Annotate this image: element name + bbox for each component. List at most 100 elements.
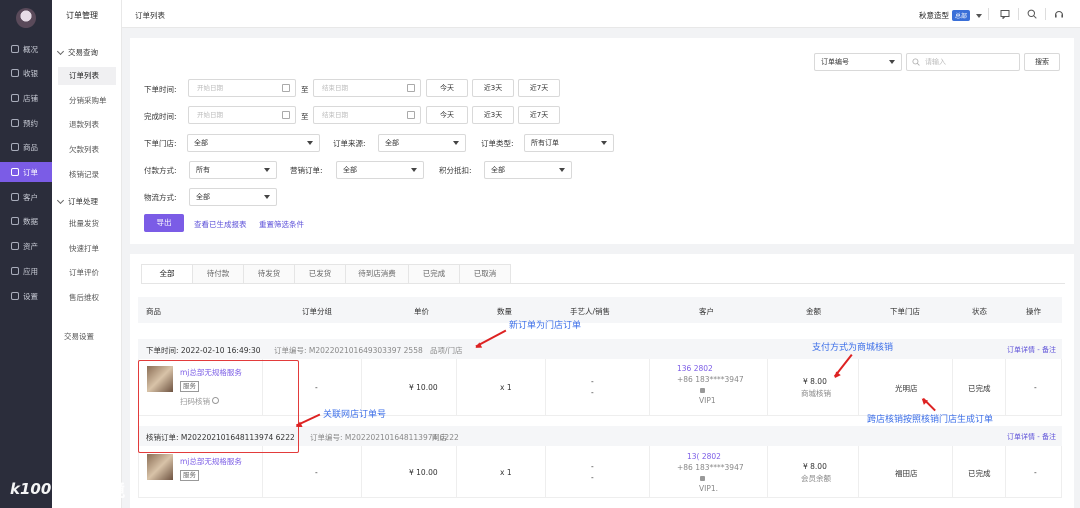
last7-button[interactable]: 近7天 xyxy=(518,79,560,97)
tab-all[interactable]: 全部 xyxy=(141,264,193,284)
type-label: 订单类型: xyxy=(481,139,514,148)
product-name[interactable]: mj总部无规格服务 xyxy=(180,456,242,467)
order-op: - xyxy=(1034,468,1037,477)
amount: ¥ 8.00 xyxy=(803,462,827,471)
message-icon[interactable] xyxy=(1000,9,1010,19)
last3-button[interactable]: 近3天 xyxy=(472,79,514,97)
unit-price: ¥ 10.00 xyxy=(409,383,438,392)
nav-item-booking[interactable]: 预约 xyxy=(0,113,52,133)
sub-nav-group-process[interactable]: 订单处理 xyxy=(56,196,98,207)
unit-price: ¥ 10.00 xyxy=(409,468,438,477)
order-group: - xyxy=(315,468,318,477)
logistics-select[interactable]: 全部 xyxy=(189,188,277,206)
sub-item-verify[interactable]: 核销记录 xyxy=(58,166,116,184)
source-label: 订单来源: xyxy=(333,139,366,148)
sub-item-batch-ship[interactable]: 批量发货 xyxy=(58,215,116,233)
sub-item-purchase[interactable]: 分销采购单 xyxy=(58,92,116,110)
order-end-date[interactable]: 结束日期 xyxy=(313,79,421,97)
divider xyxy=(1045,8,1046,20)
cell-divider xyxy=(1005,359,1006,415)
tab-shipped[interactable]: 已发货 xyxy=(294,264,346,284)
nav-item-products[interactable]: 商品 xyxy=(0,137,52,157)
order-status: 已完成 xyxy=(968,384,991,393)
top-bar: 订单列表 秋意造型 总部 xyxy=(122,0,1080,28)
tab-pending-ship[interactable]: 待发货 xyxy=(243,264,295,284)
col-amount: 金额 xyxy=(806,307,821,316)
sub-nav-group-query[interactable]: 交易查询 xyxy=(56,47,98,58)
cell-divider xyxy=(858,446,859,497)
shop-switcher[interactable]: 秋意造型 总部 xyxy=(919,10,983,21)
view-reports-link[interactable]: 查看已生成报表 xyxy=(194,219,247,230)
last3-button[interactable]: 近3天 xyxy=(472,106,514,124)
source-select[interactable]: 全部 xyxy=(378,134,466,152)
order-detail-link[interactable]: 订单详情 - 备注 xyxy=(1007,345,1056,355)
col-price: 单价 xyxy=(414,307,429,316)
breadcrumb: 订单列表 xyxy=(135,11,165,20)
chevron-down-icon xyxy=(976,13,983,18)
sub-item-order-list[interactable]: 订单列表 xyxy=(58,67,116,85)
points-select[interactable]: 全部 xyxy=(484,161,572,179)
product-thumbnail[interactable] xyxy=(147,454,173,480)
customer-level: VIP1. xyxy=(699,484,719,493)
sub-item-refund[interactable]: 退款列表 xyxy=(58,116,116,134)
order-source: 网店 xyxy=(432,433,447,442)
calendar-icon xyxy=(282,111,290,119)
customer-phone[interactable]: 136 2802 xyxy=(677,364,713,373)
pay-select[interactable]: 所有 xyxy=(189,161,277,179)
tab-pending-pay[interactable]: 待付款 xyxy=(192,264,244,284)
tab-cancelled[interactable]: 已取消 xyxy=(459,264,511,284)
finish-start-date[interactable]: 开始日期 xyxy=(188,106,296,124)
export-button[interactable]: 导出 xyxy=(144,214,184,232)
nav-item-cashier[interactable]: 收银 xyxy=(0,63,52,83)
store-label: 下单门店: xyxy=(144,139,177,148)
search-icon[interactable] xyxy=(1027,9,1037,19)
highlight-box xyxy=(138,360,299,453)
search-type-select[interactable]: 订单编号 xyxy=(814,53,902,71)
store-select[interactable]: 全部 xyxy=(187,134,320,152)
order-detail-link[interactable]: 订单详情 - 备注 xyxy=(1007,432,1056,442)
cell-divider xyxy=(952,446,953,497)
order-start-date[interactable]: 开始日期 xyxy=(188,79,296,97)
nav-item-orders[interactable]: 订单 xyxy=(0,162,52,182)
marketing-label: 营销订单: xyxy=(290,166,323,175)
pay-method: 商城核销 xyxy=(801,389,831,398)
order-tabs: 全部 待付款 待发货 已发货 待到店消费 已完成 已取消 xyxy=(141,264,511,284)
nav-item-apps[interactable]: 应用 xyxy=(0,261,52,281)
tab-pending-visit[interactable]: 待到店消费 xyxy=(345,264,409,284)
sub-item-quick-print[interactable]: 快速打单 xyxy=(58,240,116,258)
customer-phone-masked: +86 183****3947 xyxy=(677,375,744,384)
nav-item-customers[interactable]: 客户 xyxy=(0,187,52,207)
cell-divider xyxy=(456,359,457,415)
last7-button[interactable]: 近7天 xyxy=(518,106,560,124)
nav-item-overview[interactable]: 概况 xyxy=(0,39,52,59)
type-select[interactable]: 所有订单 xyxy=(524,134,614,152)
search-button[interactable]: 搜索 xyxy=(1024,53,1060,71)
reset-filters-link[interactable]: 重置筛选条件 xyxy=(259,219,304,230)
nav-item-store[interactable]: 店铺 xyxy=(0,88,52,108)
finish-end-date[interactable]: 结束日期 xyxy=(313,106,421,124)
range-separator: 至 xyxy=(301,112,309,121)
tab-completed[interactable]: 已完成 xyxy=(408,264,460,284)
customer-phone[interactable]: 13( 2802 xyxy=(687,452,721,461)
order-time-label: 下单时间: xyxy=(144,85,177,94)
nav-item-settings[interactable]: 设置 xyxy=(0,286,52,306)
col-status: 状态 xyxy=(972,307,987,316)
today-button[interactable]: 今天 xyxy=(426,106,468,124)
sub-item-review[interactable]: 订单评价 xyxy=(58,264,116,282)
sub-item-debt[interactable]: 欠款列表 xyxy=(58,141,116,159)
order-store: 福田店 xyxy=(895,469,918,478)
quantity: x 1 xyxy=(500,383,512,392)
customer-phone-masked: +86 183****3947 xyxy=(677,463,744,472)
chevron-down-icon xyxy=(889,60,895,64)
sub-item-after-sale[interactable]: 售后维权 xyxy=(58,289,116,307)
nav-item-data[interactable]: 数据 xyxy=(0,211,52,231)
marketing-select[interactable]: 全部 xyxy=(336,161,424,179)
today-button[interactable]: 今天 xyxy=(426,79,468,97)
staff: - xyxy=(591,462,594,471)
lock-icon xyxy=(700,474,705,483)
headset-icon[interactable] xyxy=(1054,9,1064,19)
search-input[interactable]: 请输入 xyxy=(906,53,1020,71)
nav-item-assets[interactable]: 资产 xyxy=(0,236,52,256)
sub-item-trade-settings[interactable]: 交易设置 xyxy=(58,328,116,346)
avatar[interactable] xyxy=(16,8,36,28)
